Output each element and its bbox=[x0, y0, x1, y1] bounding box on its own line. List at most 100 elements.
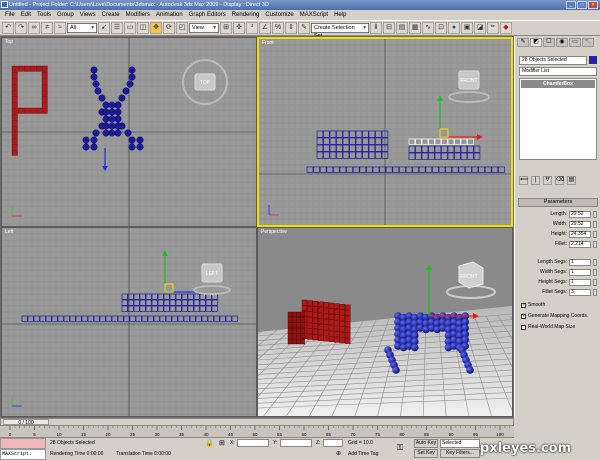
track-bar[interactable]: 0 5 10 15 20 25 30 35 40 45 50 55 60 65 70 75 80 85 90 95 10… bbox=[0, 426, 514, 438]
show-end-result-icon[interactable]: | bbox=[531, 176, 540, 185]
maximize-button[interactable]: □ bbox=[577, 1, 587, 9]
graphite-icon[interactable]: ▦ bbox=[409, 22, 421, 34]
configure-sets-icon[interactable]: ▤ bbox=[567, 176, 576, 185]
unlink-icon[interactable]: ≠ bbox=[41, 22, 53, 34]
menu-maxscript[interactable]: MAXScript bbox=[297, 12, 331, 18]
render-setup-icon[interactable]: ▣ bbox=[461, 22, 473, 34]
fillet-segs-spinner[interactable] bbox=[593, 288, 597, 296]
menu-views[interactable]: Views bbox=[77, 12, 99, 18]
length-segs-input[interactable]: 1 bbox=[569, 258, 591, 266]
length-spinner[interactable] bbox=[593, 210, 597, 218]
selection-filter-dropdown[interactable]: All ▾ bbox=[67, 23, 97, 33]
bind-space-warp-icon[interactable]: ≈ bbox=[54, 22, 66, 34]
menu-customize[interactable]: Customize bbox=[262, 12, 296, 18]
select-and-rotate-icon[interactable]: ⟳ bbox=[163, 22, 175, 34]
close-button[interactable]: × bbox=[588, 1, 598, 9]
align-icon[interactable]: ⊟ bbox=[383, 22, 395, 34]
app-icon[interactable] bbox=[1, 1, 8, 8]
menu-create[interactable]: Create bbox=[99, 12, 123, 18]
absolute-mode-icon[interactable]: ⊞ bbox=[219, 439, 225, 447]
select-and-move-icon[interactable]: ✥ bbox=[150, 22, 162, 34]
height-spinner[interactable] bbox=[593, 230, 597, 238]
display-tab-icon[interactable]: ▭ bbox=[569, 38, 581, 47]
fillet-input[interactable]: 2.214 bbox=[569, 240, 591, 248]
create-tab-icon[interactable]: ✎ bbox=[517, 38, 529, 47]
viewport-perspective[interactable]: Perspective FRONT bbox=[257, 227, 513, 417]
viewport-label-left[interactable]: Left bbox=[5, 229, 13, 235]
length-input[interactable]: 29.52 bbox=[569, 210, 591, 218]
pivot-center-icon[interactable]: ⊞ bbox=[220, 22, 232, 34]
snaps-toggle-icon[interactable]: ³ bbox=[246, 22, 258, 34]
key-mode-dropdown[interactable]: Selected bbox=[440, 439, 480, 448]
curve-editor-icon[interactable]: ∿ bbox=[422, 22, 434, 34]
hierarchy-tab-icon[interactable]: ☐ bbox=[543, 38, 555, 47]
menu-help[interactable]: Help bbox=[331, 12, 349, 18]
width-segs-spinner[interactable] bbox=[593, 268, 597, 276]
named-selection-dropdown[interactable]: Create Selection Set▾ bbox=[311, 23, 369, 39]
menu-edit[interactable]: Edit bbox=[18, 12, 34, 18]
undo-icon[interactable]: ↶ bbox=[2, 22, 14, 34]
width-segs-input[interactable]: 1 bbox=[569, 268, 591, 276]
menu-file[interactable]: File bbox=[2, 12, 18, 18]
render-icon[interactable]: ◆ bbox=[500, 22, 512, 34]
maxscript-listener-pink[interactable] bbox=[0, 438, 46, 449]
modify-tab-icon[interactable]: ◩ bbox=[530, 38, 542, 47]
link-icon[interactable]: ∞ bbox=[28, 22, 40, 34]
rendered-frame-icon[interactable]: ◪ bbox=[474, 22, 486, 34]
layer-manager-icon[interactable]: ▤ bbox=[396, 22, 408, 34]
pin-stack-icon[interactable]: ⟸ bbox=[519, 176, 529, 185]
z-coordinate-field[interactable] bbox=[323, 439, 343, 447]
viewport-label-top[interactable]: Top bbox=[5, 39, 13, 45]
angle-snap-icon[interactable]: ∠ bbox=[259, 22, 271, 34]
object-name-field[interactable]: 28 Objects Selected bbox=[519, 56, 587, 65]
edit-named-selection-icon[interactable]: ✎ bbox=[298, 22, 310, 34]
reference-coordinate-dropdown[interactable]: View ▾ bbox=[189, 23, 219, 33]
menu-modifiers[interactable]: Modifiers bbox=[123, 12, 153, 18]
parameters-rollout-header[interactable]: Parameters bbox=[518, 198, 598, 207]
percent-snap-icon[interactable]: % bbox=[272, 22, 284, 34]
key-icon[interactable]: ⚿ bbox=[397, 443, 403, 453]
fillet-segs-input[interactable]: 3 bbox=[569, 288, 591, 296]
time-slider-thumb[interactable]: 0 / 100 bbox=[3, 419, 49, 426]
remove-modifier-icon[interactable]: ⌫ bbox=[555, 176, 564, 185]
redo-icon[interactable]: ↷ bbox=[15, 22, 27, 34]
set-key-button[interactable]: Set Key bbox=[414, 449, 438, 458]
select-manipulate-icon[interactable]: ✜ bbox=[233, 22, 245, 34]
add-time-tag[interactable]: Add Time Tag bbox=[348, 451, 378, 457]
material-editor-icon[interactable]: ● bbox=[448, 22, 460, 34]
lock-icon[interactable]: 🔒 bbox=[205, 439, 214, 447]
select-object-icon[interactable]: ➹ bbox=[98, 22, 110, 34]
time-slider[interactable]: 0 / 100 bbox=[0, 418, 514, 426]
object-color-swatch[interactable] bbox=[589, 56, 597, 64]
schematic-view-icon[interactable]: ⊡ bbox=[435, 22, 447, 34]
height-segs-input[interactable]: 1 bbox=[569, 278, 591, 286]
make-unique-icon[interactable]: ∀ bbox=[543, 176, 552, 185]
smooth-checkbox[interactable]: ✓ bbox=[521, 302, 526, 308]
menu-tools[interactable]: Tools bbox=[34, 12, 54, 18]
viewport-label-front[interactable]: Front bbox=[262, 40, 274, 46]
auto-key-button[interactable]: Auto Key bbox=[414, 439, 438, 448]
window-crossing-icon[interactable]: ◫ bbox=[137, 22, 149, 34]
viewport-left[interactable]: Left LEFT bbox=[1, 227, 257, 417]
rectangular-selection-icon[interactable]: ▭ bbox=[124, 22, 136, 34]
mirror-icon[interactable]: ⫴ bbox=[370, 22, 382, 34]
maxscript-mini-listener[interactable]: MAXScript. bbox=[0, 449, 46, 460]
height-segs-spinner[interactable] bbox=[593, 278, 597, 286]
select-by-name-icon[interactable]: ☰ bbox=[111, 22, 123, 34]
minimize-button[interactable]: _ bbox=[566, 1, 576, 9]
motion-tab-icon[interactable]: ◉ bbox=[556, 38, 568, 47]
mapping-coords-checkbox[interactable]: ✓ bbox=[521, 313, 526, 319]
key-filters-button[interactable]: Key Filters... bbox=[440, 449, 480, 458]
fillet-spinner[interactable] bbox=[593, 240, 597, 248]
width-spinner[interactable] bbox=[593, 220, 597, 228]
menu-animation[interactable]: Animation bbox=[153, 12, 186, 18]
time-tag-icon[interactable]: ⊕ bbox=[336, 450, 341, 457]
quick-render-icon[interactable]: ☕ bbox=[487, 22, 499, 34]
width-input[interactable]: 29.52 bbox=[569, 220, 591, 228]
menu-rendering[interactable]: Rendering bbox=[229, 12, 263, 18]
x-coordinate-field[interactable] bbox=[237, 439, 269, 447]
y-coordinate-field[interactable] bbox=[280, 439, 312, 447]
real-world-map-checkbox[interactable] bbox=[521, 324, 526, 330]
spinner-snap-icon[interactable]: ⇕ bbox=[285, 22, 297, 34]
stack-item-chamferbox[interactable]: ChamferBox bbox=[521, 80, 595, 88]
